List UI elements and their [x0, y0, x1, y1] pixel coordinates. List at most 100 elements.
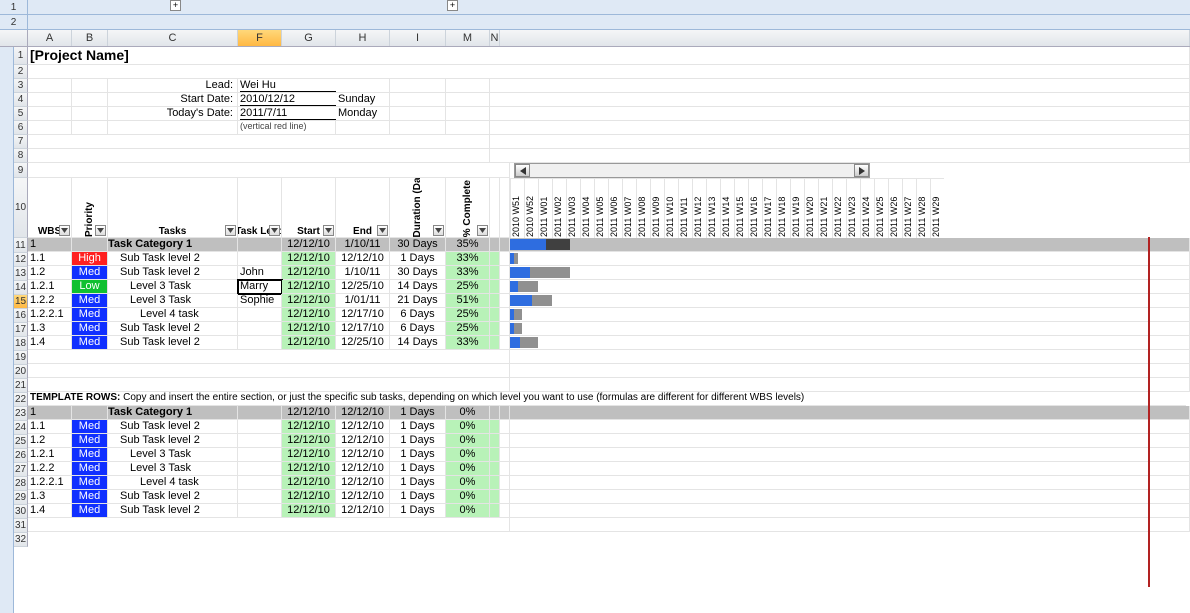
wbs-cell[interactable]: 1.3 — [28, 490, 72, 504]
end-cell[interactable]: 12/17/10 — [336, 308, 390, 322]
hdr-tasks[interactable]: Tasks — [108, 178, 238, 238]
hdr-duration[interactable]: Duration (Days) — [390, 178, 446, 238]
start-cell[interactable]: 12/12/10 — [282, 308, 336, 322]
pct-cell[interactable]: 33% — [446, 252, 490, 266]
row-header[interactable]: 12 — [14, 253, 28, 267]
start-cell[interactable]: 12/12/10 — [282, 266, 336, 280]
priority-cell[interactable]: Med — [72, 434, 108, 448]
priority-cell[interactable]: Low — [72, 280, 108, 294]
task-cell[interactable]: Level 3 Task — [108, 448, 238, 462]
end-cell[interactable]: 1/10/11 — [336, 266, 390, 280]
duration-cell[interactable]: 1 Days — [390, 406, 446, 420]
task-cell[interactable]: Level 3 Task — [108, 294, 238, 308]
task-cell[interactable]: Level 3 Task — [108, 280, 238, 294]
task-cell[interactable]: Task Category 1 — [108, 406, 238, 420]
row-header[interactable]: 10 — [14, 178, 28, 238]
pct-cell[interactable]: 25% — [446, 308, 490, 322]
row-header[interactable]: 13 — [14, 267, 28, 281]
start-cell[interactable]: 12/12/10 — [282, 420, 336, 434]
pct-cell[interactable]: 33% — [446, 336, 490, 350]
col-header[interactable]: A — [28, 30, 72, 46]
priority-cell[interactable]: Med — [72, 336, 108, 350]
duration-cell[interactable]: 1 Days — [390, 252, 446, 266]
row-header[interactable]: 18 — [14, 337, 28, 351]
col-group-bar-2[interactable] — [28, 15, 1190, 30]
pct-cell[interactable]: 51% — [446, 294, 490, 308]
task-cell[interactable]: Task Category 1 — [108, 238, 238, 252]
priority-cell[interactable]: Med — [72, 490, 108, 504]
wbs-cell[interactable]: 1 — [28, 238, 72, 252]
pct-cell[interactable]: 0% — [446, 490, 490, 504]
end-cell[interactable]: 12/12/10 — [336, 420, 390, 434]
priority-cell[interactable]: Med — [72, 322, 108, 336]
task-cell[interactable]: Level 4 task — [108, 476, 238, 490]
hdr-complete[interactable]: % Complete — [446, 178, 490, 238]
hdr-tasklead[interactable]: Task Lead — [238, 178, 282, 238]
start-cell[interactable]: 12/12/10 — [282, 336, 336, 350]
row-header[interactable]: 16 — [14, 309, 28, 323]
expand-icon[interactable]: + — [170, 0, 181, 11]
col-header[interactable]: H — [336, 30, 390, 46]
filter-dropdown-icon[interactable] — [59, 225, 70, 236]
priority-cell[interactable]: High — [72, 252, 108, 266]
start-cell[interactable]: 12/12/10 — [282, 434, 336, 448]
tasklead-cell[interactable] — [238, 448, 282, 462]
filter-dropdown-icon[interactable] — [225, 225, 236, 236]
row-header[interactable]: 6 — [14, 121, 28, 135]
wbs-cell[interactable]: 1.4 — [28, 336, 72, 350]
pct-cell[interactable]: 0% — [446, 462, 490, 476]
row-header[interactable]: 27 — [14, 463, 28, 477]
row-header[interactable]: 26 — [14, 449, 28, 463]
duration-cell[interactable]: 6 Days — [390, 308, 446, 322]
col-group-bar-1[interactable]: + + — [28, 0, 1190, 15]
row-header[interactable]: 31 — [14, 519, 28, 533]
duration-cell[interactable]: 1 Days — [390, 476, 446, 490]
start-cell[interactable]: 12/12/10 — [282, 238, 336, 252]
tasklead-cell[interactable]: Sophie — [238, 294, 282, 308]
tasklead-cell[interactable] — [238, 490, 282, 504]
row-header[interactable]: 20 — [14, 365, 28, 379]
row-header[interactable]: 28 — [14, 477, 28, 491]
end-cell[interactable]: 1/10/11 — [336, 238, 390, 252]
wbs-cell[interactable]: 1.2 — [28, 434, 72, 448]
start-cell[interactable]: 12/12/10 — [282, 322, 336, 336]
priority-cell[interactable]: Med — [72, 294, 108, 308]
task-cell[interactable]: Level 3 Task — [108, 462, 238, 476]
pct-cell[interactable]: 0% — [446, 448, 490, 462]
row-header[interactable]: 19 — [14, 351, 28, 365]
task-cell[interactable]: Sub Task level 2 — [108, 266, 238, 280]
task-cell[interactable]: Level 4 task — [108, 308, 238, 322]
priority-cell[interactable]: Med — [72, 448, 108, 462]
pct-cell[interactable]: 0% — [446, 420, 490, 434]
start-cell[interactable]: 12/12/10 — [282, 448, 336, 462]
col-header-compressed[interactable] — [500, 30, 1190, 46]
end-cell[interactable]: 12/25/10 — [336, 336, 390, 350]
wbs-cell[interactable]: 1.2.2.1 — [28, 308, 72, 322]
start-cell[interactable]: 12/12/10 — [282, 476, 336, 490]
select-all-corner[interactable] — [0, 30, 28, 47]
task-cell[interactable]: Sub Task level 2 — [108, 504, 238, 518]
pct-cell[interactable]: 25% — [446, 322, 490, 336]
start-cell[interactable]: 12/12/10 — [282, 462, 336, 476]
duration-cell[interactable]: 1 Days — [390, 448, 446, 462]
tasklead-cell[interactable] — [238, 406, 282, 420]
wbs-cell[interactable]: 1.1 — [28, 420, 72, 434]
priority-cell[interactable]: Med — [72, 266, 108, 280]
priority-cell[interactable] — [72, 406, 108, 420]
wbs-cell[interactable]: 1.2.1 — [28, 280, 72, 294]
end-cell[interactable]: 12/12/10 — [336, 504, 390, 518]
start-cell[interactable]: 12/12/10 — [282, 280, 336, 294]
task-cell[interactable]: Sub Task level 2 — [108, 336, 238, 350]
end-cell[interactable]: 12/12/10 — [336, 434, 390, 448]
wbs-cell[interactable]: 1.3 — [28, 322, 72, 336]
end-cell[interactable]: 12/12/10 — [336, 462, 390, 476]
scroll-left-icon[interactable] — [515, 164, 530, 177]
row-header[interactable]: 2 — [14, 65, 28, 79]
row-header[interactable]: 3 — [14, 79, 28, 93]
filter-dropdown-icon[interactable] — [433, 225, 444, 236]
tasklead-cell[interactable]: John — [238, 266, 282, 280]
tasklead-cell[interactable] — [238, 308, 282, 322]
end-cell[interactable]: 12/12/10 — [336, 406, 390, 420]
filter-dropdown-icon[interactable] — [95, 225, 106, 236]
row-header[interactable]: 32 — [14, 533, 28, 547]
